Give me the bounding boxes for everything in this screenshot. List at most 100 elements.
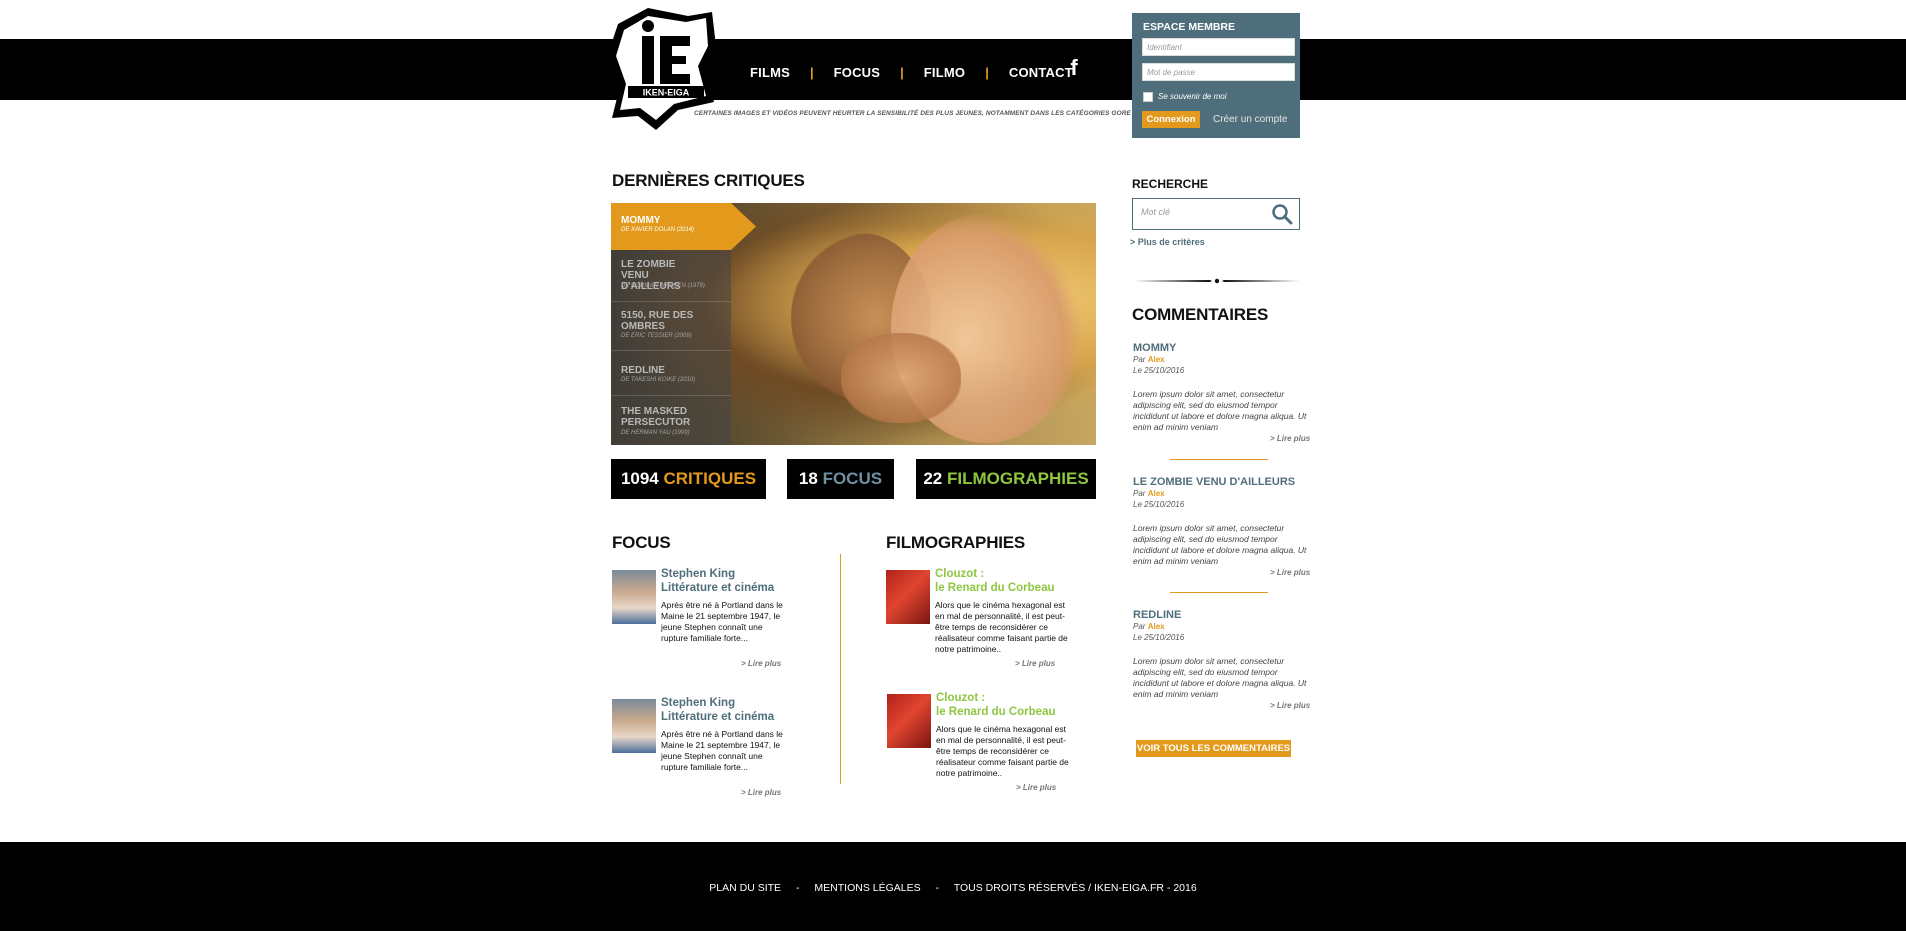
read-more-link[interactable]: > Lire plus [1270, 701, 1310, 710]
focus-thumbnail[interactable] [612, 699, 656, 753]
search-icon[interactable] [1271, 203, 1293, 225]
main-nav: FILMS | FOCUS | FILMO | CONTACT [750, 62, 1073, 82]
copyright-text: TOUS DROITS RÉSERVÉS / IKEN-EIGA.FR - 20… [953, 882, 1197, 894]
footer-links: PLAN DU SITE - MENTIONS LÉGALES - TOUS D… [0, 882, 1906, 894]
author-name[interactable]: Alex [1148, 355, 1165, 364]
filmographies-counter[interactable]: 22 FILMOGRAPHIES [916, 459, 1096, 499]
slide-title: REDLINE [621, 365, 665, 376]
slider-list: MOMMY DE XAVIER DOLAN (2014) LE ZOMBIE V… [611, 203, 756, 445]
sitemap-link[interactable]: PLAN DU SITE [709, 882, 781, 894]
counter-label: CRITIQUES [663, 469, 757, 488]
author-name[interactable]: Alex [1148, 489, 1165, 498]
comment-film-title[interactable]: LE ZOMBIE VENU D'AILLEURS [1133, 476, 1295, 488]
focus-counter[interactable]: 18 FOCUS [787, 459, 894, 499]
search-input[interactable] [1141, 207, 1261, 217]
slide-title: THE MASKED PERSECUTOR [621, 406, 691, 428]
nav-films[interactable]: FILMS [750, 65, 790, 80]
filmography-title-line2: le Renard du Corbeau [936, 705, 1056, 718]
more-criteria-link[interactable]: > Plus de critères [1130, 237, 1205, 247]
focus-item-excerpt: Après être né à Portland dans le Maine l… [661, 729, 783, 772]
filmography-item-excerpt: Alors que le cinéma hexagonal est en mal… [936, 724, 1069, 778]
slide-subtitle: DE NORMAN WARREN (1978) [621, 283, 705, 289]
comment-text: Lorem ipsum dolor sit amet, consectetur … [1133, 523, 1307, 566]
filmography-item-excerpt: Alors que le cinéma hexagonal est en mal… [935, 600, 1068, 654]
comment-date: Le 25/10/2016 [1133, 633, 1185, 642]
focus-item-title[interactable]: Stephen King Littérature et cinéma [661, 697, 774, 724]
comment-separator [1170, 592, 1268, 593]
slide-subtitle: DE ERIC TESSIER (2009) [621, 333, 692, 339]
comment-author: Par Alex [1133, 489, 1165, 498]
filmography-item-title[interactable]: Clouzot : le Renard du Corbeau [936, 692, 1056, 719]
focus-thumbnail[interactable] [612, 570, 656, 624]
latest-reviews-title: DERNIÈRES CRITIQUES [612, 171, 805, 190]
username-input[interactable] [1142, 38, 1295, 56]
slide-subtitle: DE XAVIER DOLAN (2014) [621, 227, 695, 233]
slide-item-zombie[interactable]: LE ZOMBIE VENU D'AILLEURS DE NORMAN WARR… [611, 253, 731, 302]
read-more-link[interactable]: > Lire plus [741, 659, 781, 668]
focus-section-title: FOCUS [612, 533, 671, 552]
focus-title-line2: Littérature et cinéma [661, 581, 775, 594]
filmography-thumbnail[interactable] [887, 694, 931, 748]
read-more-link[interactable]: > Lire plus [1016, 783, 1056, 792]
logo-wordmark: IKEN-EIGA [643, 88, 690, 98]
nav-separator: | [985, 64, 989, 80]
slide-item-masked[interactable]: THE MASKED PERSECUTOR DE HERMAN YAU (199… [611, 396, 731, 445]
focus-item-title[interactable]: Stephen King Littérature et cinéma [661, 568, 774, 595]
read-more-link[interactable]: > Lire plus [1015, 659, 1055, 668]
member-login-box: ESPACE MEMBRE Se souvenir de moi Connexi… [1132, 13, 1300, 138]
comment-date: Le 25/10/2016 [1133, 366, 1185, 375]
filmography-title-line1: Clouzot : [935, 568, 985, 580]
slide-subtitle: DE HERMAN YAU (1999) [621, 430, 690, 436]
slider-image [841, 333, 961, 423]
nav-focus[interactable]: FOCUS [834, 65, 881, 80]
comment-author: Par Alex [1133, 622, 1165, 631]
remember-label: Se souvenir de moi [1158, 92, 1227, 101]
member-title: ESPACE MEMBRE [1143, 21, 1235, 33]
comment-film-title[interactable]: REDLINE [1133, 609, 1181, 621]
nav-separator: | [810, 64, 814, 80]
column-divider [840, 554, 841, 784]
login-button[interactable]: Connexion [1142, 111, 1200, 128]
filmography-item-title[interactable]: Clouzot : le Renard du Corbeau [935, 568, 1055, 595]
comment-text: Lorem ipsum dolor sit amet, consectetur … [1133, 656, 1307, 699]
focus-title-line1: Stephen King [661, 568, 736, 580]
author-name[interactable]: Alex [1148, 622, 1165, 631]
focus-title-line2: Littérature et cinéma [661, 710, 775, 723]
comments-title: COMMENTAIRES [1132, 305, 1269, 324]
create-account-link[interactable]: Créer un compte [1213, 114, 1287, 125]
critiques-counter[interactable]: 1094 CRITIQUES [611, 459, 766, 499]
comment-text: Lorem ipsum dolor sit amet, consectetur … [1133, 389, 1307, 432]
filmography-title-line2: le Renard du Corbeau [935, 581, 1055, 594]
slide-title: MOMMY [621, 215, 661, 226]
counter-label: FILMOGRAPHIES [946, 469, 1089, 488]
slide-item-redline[interactable]: REDLINE DE TAKESHI KOIKE (2010) [611, 351, 731, 396]
legal-link[interactable]: MENTIONS LÉGALES [814, 882, 920, 894]
filmographies-section-title: FILMOGRAPHIES [886, 533, 1026, 552]
focus-title-line1: Stephen King [661, 697, 736, 709]
search-title: RECHERCHE [1132, 177, 1209, 191]
reviews-slider[interactable]: MOMMY DE XAVIER DOLAN (2014) LE ZOMBIE V… [611, 203, 1096, 445]
password-input[interactable] [1142, 63, 1295, 81]
read-more-link[interactable]: > Lire plus [1270, 568, 1310, 577]
nav-contact[interactable]: CONTACT [1009, 65, 1073, 80]
slide-subtitle: DE TAKESHI KOIKE (2010) [621, 377, 696, 383]
read-more-link[interactable]: > Lire plus [741, 788, 781, 797]
comment-date: Le 25/10/2016 [1133, 500, 1185, 509]
read-more-link[interactable]: > Lire plus [1270, 434, 1310, 443]
author-prefix: Par [1133, 489, 1146, 498]
comment-film-title[interactable]: MOMMY [1133, 342, 1176, 354]
remember-checkbox[interactable] [1143, 92, 1153, 102]
focus-item-excerpt: Après être né à Portland dans le Maine l… [661, 600, 783, 643]
content-warning: CERTAINES IMAGES ET VIDÉOS PEUVENT HEURT… [694, 110, 1180, 117]
nav-filmo[interactable]: FILMO [924, 65, 965, 80]
counter-number: 1094 [620, 469, 659, 488]
slide-item-5150[interactable]: 5150, RUE DES OMBRES DE ERIC TESSIER (20… [611, 302, 731, 351]
all-comments-button[interactable]: VOIR TOUS LES COMMENTAIRES [1136, 740, 1291, 757]
facebook-icon[interactable]: f [1066, 56, 1082, 80]
filmography-thumbnail[interactable] [886, 570, 930, 624]
counter-number: 18 [798, 469, 818, 488]
slide-item-mommy[interactable]: MOMMY DE XAVIER DOLAN (2014) [611, 203, 731, 247]
comment-author: Par Alex [1133, 355, 1165, 364]
counter-number: 22 [923, 469, 943, 488]
comment-separator [1170, 459, 1268, 460]
